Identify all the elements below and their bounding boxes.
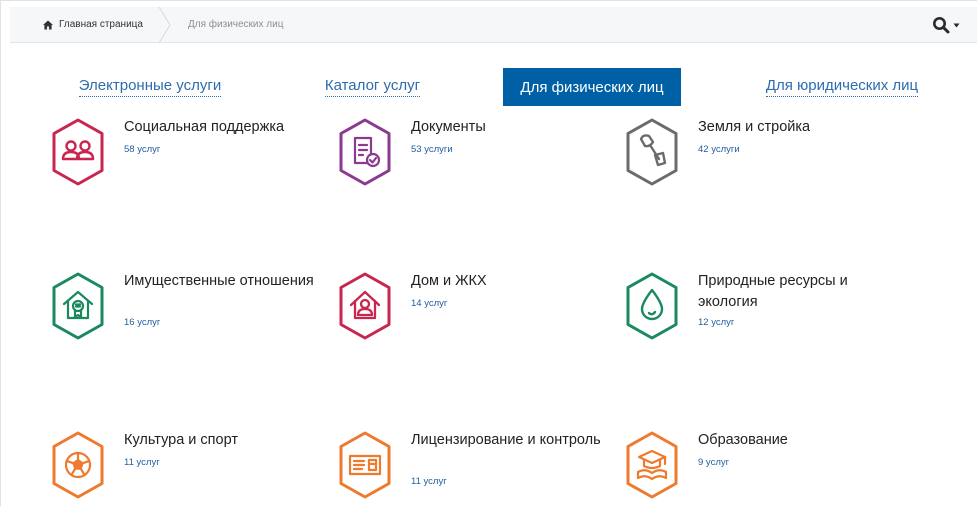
category-count: 58 услуг <box>124 144 161 155</box>
category-title: Документы <box>411 119 486 135</box>
category-title: Дом и ЖКХ <box>411 273 487 289</box>
home-icon <box>43 20 53 29</box>
license-icon <box>339 431 391 499</box>
breadcrumb-home-link[interactable]: Главная страница <box>43 19 143 30</box>
house-certificate-icon <box>52 272 104 340</box>
category-property-relations[interactable]: Имущественные отношения 16 услуг <box>48 271 314 345</box>
category-social-support[interactable]: Социальная поддержка 58 услуг <box>48 117 308 191</box>
category-count: 11 услуг <box>411 476 447 487</box>
tab-electronic-services[interactable]: Электронные услуги <box>60 68 240 106</box>
search-dropdown-button[interactable] <box>932 13 966 37</box>
breadcrumb-home-label: Главная страница <box>59 19 143 30</box>
category-count: 16 услуг <box>124 317 161 328</box>
caret-down-icon <box>953 23 960 27</box>
category-title: Образование <box>698 432 788 448</box>
tab-service-catalog[interactable]: Каталог услуг <box>310 68 435 106</box>
category-documents[interactable]: Документы 53 услуги <box>335 117 595 191</box>
category-title: Имущественные отношения <box>124 273 314 289</box>
category-count: 42 услуги <box>698 144 740 155</box>
category-title: Природные ресурсы и экология <box>698 273 848 310</box>
category-count: 11 услуг <box>124 457 160 468</box>
tab-legal-entities[interactable]: Для юридических лиц <box>752 68 932 106</box>
tab-individuals[interactable]: Для физических лиц <box>503 68 681 106</box>
category-natural-resources[interactable]: Природные ресурсы и экология 12 услуг <box>622 271 882 345</box>
breadcrumb-current: Для физических лиц <box>188 19 284 30</box>
graduation-cap-icon <box>626 431 678 499</box>
water-drop-icon <box>626 272 678 340</box>
category-title: Культура и спорт <box>124 432 238 448</box>
house-user-icon <box>339 272 391 340</box>
category-count: 14 услуг <box>411 298 448 309</box>
category-title: Социальная поддержка <box>124 119 285 135</box>
trowel-icon <box>626 118 678 186</box>
category-education[interactable]: Образование 9 услуг <box>622 430 882 504</box>
category-licensing-control[interactable]: Лицензирование и контроль 11 услуг <box>335 430 601 504</box>
category-count: 9 услуг <box>698 457 730 468</box>
search-icon <box>933 17 950 34</box>
people-icon <box>52 118 104 186</box>
category-count: 53 услуги <box>411 144 453 155</box>
category-housing-utilities[interactable]: Дом и ЖКХ 14 услуг <box>335 271 595 345</box>
category-land-construction[interactable]: Земля и стройка 42 услуги <box>622 117 882 191</box>
category-title: Лицензирование и контроль <box>411 432 601 448</box>
category-culture-sport[interactable]: Культура и спорт 11 услуг <box>48 430 308 504</box>
category-count: 12 услуг <box>698 317 735 328</box>
breadcrumb-separator <box>158 7 171 43</box>
breadcrumb-bar: Главная страница Для физических лиц <box>10 7 977 43</box>
soccer-ball-icon <box>52 431 104 499</box>
category-title: Земля и стройка <box>698 119 811 135</box>
document-icon <box>339 118 391 186</box>
